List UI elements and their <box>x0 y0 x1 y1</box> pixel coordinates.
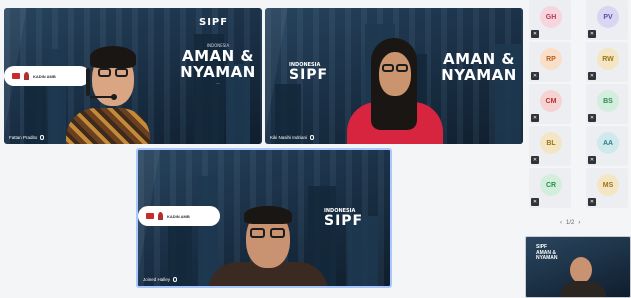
microphone-icon <box>310 135 315 140</box>
participant-avatar: CM <box>540 90 562 112</box>
microphone-icon <box>173 277 178 282</box>
prev-page-button[interactable]: ‹ <box>560 220 562 226</box>
participant-tile[interactable]: PV ✕ <box>586 0 628 40</box>
participant-avatar: BS <box>597 90 619 112</box>
self-view-thumbnail[interactable]: SIPF AMAN & NYAMAN <box>525 236 631 298</box>
participant-tile[interactable]: GH ✕ <box>529 0 571 40</box>
pagination: ‹ 1/2 › <box>560 220 580 226</box>
meeting-stage: KADIN AMB SIPF INDONESIA AMAN & NYAMAN —… <box>0 0 631 298</box>
sponsor-text: KADIN AMB <box>33 73 56 79</box>
sponsor-logo-mark <box>24 72 29 80</box>
participant-tile[interactable]: RW ✕ <box>586 42 628 82</box>
participant-avatar: AA <box>597 132 619 154</box>
participant-tile[interactable]: BS ✕ <box>586 84 628 124</box>
video-tile-kiki[interactable]: INDONESIA SIPF AMAN & NYAMAN Kiki Nasihi… <box>265 8 523 144</box>
participant-name-tag: Fattan Pradito <box>9 135 45 140</box>
sponsor-logo-mark <box>146 213 154 219</box>
event-banner: AMAN & NYAMAN <box>441 50 517 84</box>
mic-muted-icon: ✕ <box>531 30 539 38</box>
video-tile-fattan[interactable]: KADIN AMB SIPF INDONESIA AMAN & NYAMAN —… <box>4 8 262 144</box>
video-tile-active-speaker[interactable]: KADIN AMB INDONESIA SIPF Joined Halley <box>136 148 392 288</box>
sponsor-logo-pill: KADIN AMB <box>138 206 220 226</box>
mic-muted-icon: ✕ <box>531 114 539 122</box>
sipf-logo: INDONESIA SIPF <box>324 208 364 229</box>
participant-avatar: BL <box>540 132 562 154</box>
participant-tile[interactable]: CM ✕ <box>529 84 571 124</box>
participant-tile[interactable]: RP ✕ <box>529 42 571 82</box>
participant-name-tag: Joined Halley <box>143 277 178 282</box>
participant-avatar: MS <box>597 174 619 196</box>
participant-avatar: RP <box>540 48 562 70</box>
next-page-button[interactable]: › <box>578 220 580 226</box>
participant-tile[interactable]: MS ✕ <box>586 168 628 208</box>
sponsor-logo-mark <box>158 212 163 220</box>
microphone-icon <box>40 135 45 140</box>
mic-muted-icon: ✕ <box>531 156 539 164</box>
mic-muted-icon: ✕ <box>588 72 596 80</box>
participant-tile[interactable]: AA ✕ <box>586 126 628 166</box>
event-banner: INDONESIA AMAN & NYAMAN — <box>180 43 256 85</box>
sipf-logo: INDONESIA SIPF <box>289 62 329 83</box>
sponsor-text: KADIN AMB <box>167 213 190 219</box>
mic-muted-icon: ✕ <box>588 114 596 122</box>
participant-tile[interactable]: CR ✕ <box>529 168 571 208</box>
sponsor-logo-pill: KADIN AMB <box>4 66 90 86</box>
participant-avatar: RW <box>597 48 619 70</box>
participant-avatar: CR <box>540 174 562 196</box>
participant-name-tag: Kiki Nasihi Indriani <box>270 135 315 140</box>
mic-muted-icon: ✕ <box>588 156 596 164</box>
participant-tile[interactable]: BL ✕ <box>529 126 571 166</box>
participant-avatar: GH <box>540 6 562 28</box>
mic-muted-icon: ✕ <box>588 30 596 38</box>
mic-muted-icon: ✕ <box>531 198 539 206</box>
sponsor-logo-mark <box>12 73 20 79</box>
participant-avatar: PV <box>597 6 619 28</box>
mic-muted-icon: ✕ <box>531 72 539 80</box>
page-indicator: 1/2 <box>566 220 575 226</box>
thumbnail-banner: SIPF AMAN & NYAMAN <box>536 244 558 261</box>
sipf-logo: SIPF <box>199 17 229 28</box>
mic-muted-icon: ✕ <box>588 198 596 206</box>
